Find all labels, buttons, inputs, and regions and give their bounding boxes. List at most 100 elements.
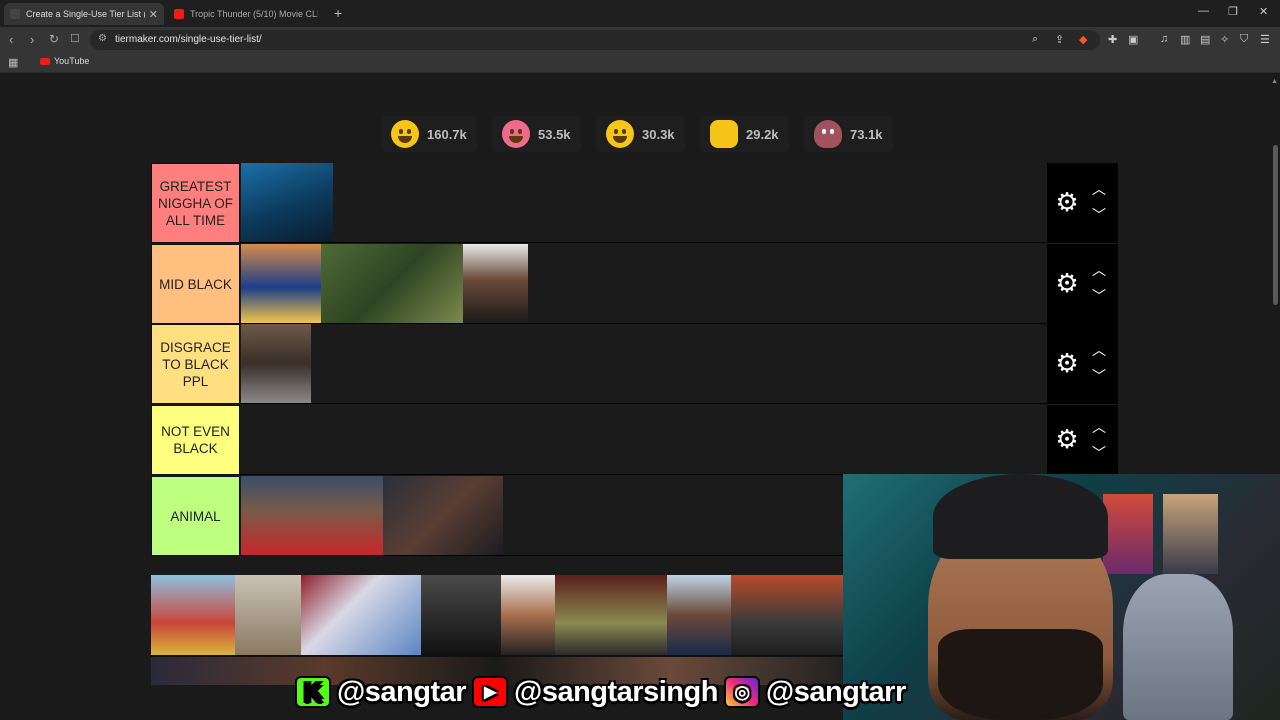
menu-icon[interactable]: ☰ (1260, 33, 1270, 46)
chevron-down-icon[interactable]: ﹀ (1091, 445, 1107, 461)
wallet-icon[interactable]: ▣ (1128, 33, 1138, 46)
sidebar-icon[interactable]: ▥ (1180, 33, 1190, 46)
tears-of-joy-face-icon (606, 120, 634, 148)
tier-item-image[interactable] (241, 324, 311, 403)
reload-icon[interactable]: ↻ (49, 32, 59, 46)
close-tab-icon[interactable]: ✕ (149, 8, 158, 21)
reaction-poop[interactable]: 73.1k (804, 116, 893, 152)
youtube-icon (40, 57, 50, 65)
kick-icon: K (295, 676, 331, 708)
tier-controls: ⚙ ︿ ﹀ (1047, 163, 1118, 243)
tier-label[interactable]: ANIMAL (151, 476, 240, 556)
beard-image (938, 629, 1103, 720)
bookmark-youtube[interactable]: YouTube (40, 56, 89, 66)
poster-image (1163, 494, 1218, 574)
bookmark-label: YouTube (54, 56, 90, 66)
tier-label[interactable]: MID BLACK (151, 244, 240, 324)
reaction-count: 53.5k (538, 126, 571, 142)
tier-drop-zone[interactable] (240, 324, 1047, 404)
pool-item-image[interactable] (731, 575, 843, 655)
youtube-favicon-icon (174, 9, 184, 19)
reaction-count: 73.1k (850, 126, 883, 142)
leo-icon[interactable]: ✧ (1220, 33, 1229, 46)
raising-hands-icon (710, 120, 738, 148)
reaction-grinning[interactable]: 160.7k (381, 116, 477, 152)
gear-icon[interactable]: ⚙ (1053, 269, 1081, 297)
pool-item-image[interactable] (235, 575, 301, 655)
youtube-icon: ▶ (472, 676, 509, 708)
gear-icon[interactable]: ⚙ (1053, 425, 1081, 453)
tier-drop-zone[interactable] (240, 244, 1047, 324)
browser-toolbar: ‹ › ↻ ☐ ⚙ tiermaker.com/single-use-tier-… (0, 27, 1280, 53)
chevron-down-icon[interactable]: ﹀ (1091, 207, 1107, 223)
youtube-handle: @sangtarsingh (514, 675, 718, 708)
zoom-icon[interactable]: ⌕ (1032, 33, 1038, 46)
chevron-up-icon[interactable]: ︿ (1091, 342, 1107, 358)
tabs-icon[interactable]: ▤ (1200, 33, 1210, 46)
apps-grid-icon[interactable]: ▦ (8, 56, 18, 69)
forward-icon[interactable]: › (30, 32, 34, 47)
tier-item-image[interactable] (383, 476, 503, 555)
tier-drop-zone[interactable] (240, 163, 1047, 243)
page-scrollbar[interactable] (1273, 145, 1278, 305)
tier-drop-zone[interactable] (240, 405, 1047, 475)
minimize-icon[interactable]: — (1198, 5, 1209, 17)
gear-icon[interactable]: ⚙ (1053, 349, 1081, 377)
poster-image (1103, 494, 1153, 574)
reaction-count: 30.3k (642, 126, 675, 142)
pool-item-image[interactable] (501, 575, 555, 655)
chevron-up-icon[interactable]: ︿ (1091, 262, 1107, 278)
instagram-icon: ◎ (723, 676, 760, 708)
chevron-down-icon[interactable]: ﹀ (1091, 288, 1107, 304)
pool-item-image[interactable] (555, 575, 667, 655)
tier-item-image[interactable] (321, 244, 463, 323)
restore-icon[interactable]: ❐ (1228, 5, 1238, 18)
tab-youtube[interactable]: Tropic Thunder (5/10) Movie CLIP - N (168, 3, 324, 25)
poop-icon (814, 120, 842, 148)
reaction-count: 160.7k (427, 126, 467, 142)
beanie-image (933, 474, 1108, 559)
tier-label[interactable]: NOT EVEN BLACK (151, 405, 240, 475)
tab-title: Create a Single-Use Tier List (Pri (26, 9, 145, 19)
extensions-icon[interactable]: ✚ (1108, 33, 1117, 46)
tier-item-image[interactable] (241, 476, 383, 555)
pool-item-image[interactable] (301, 575, 421, 655)
chevron-down-icon[interactable]: ﹀ (1091, 368, 1107, 384)
close-window-icon[interactable]: ✕ (1259, 5, 1268, 18)
tier-drop-zone[interactable] (240, 476, 843, 556)
tier-label[interactable]: DISGRACE TO BLACK PPL (151, 324, 240, 404)
pool-item-image[interactable] (421, 575, 501, 655)
share-icon[interactable]: ⇪ (1055, 33, 1064, 46)
site-info-icon[interactable]: ⚙ (98, 33, 107, 44)
tab-bar: Create a Single-Use Tier List (Pri ✕ Tro… (0, 0, 1280, 27)
pool-item-image[interactable] (667, 575, 731, 655)
media-icon[interactable]: ♫ (1160, 33, 1168, 45)
back-icon[interactable]: ‹ (9, 32, 13, 47)
reaction-star-struck[interactable]: 53.5k (492, 116, 581, 152)
tier-item-image[interactable] (463, 244, 528, 323)
unranked-items-pool[interactable] (151, 575, 843, 685)
bookmark-icon[interactable]: ☐ (70, 32, 80, 45)
address-bar[interactable]: ⚙ tiermaker.com/single-use-tier-list/ (90, 30, 1100, 50)
pool-item-image[interactable] (151, 575, 235, 655)
star-struck-face-icon (502, 120, 530, 148)
tier-label[interactable]: GREATEST NIGGHA OF ALL TIME (151, 163, 240, 243)
tab-tiermaker[interactable]: Create a Single-Use Tier List (Pri ✕ (4, 3, 164, 25)
reaction-raising-hands[interactable]: 29.2k (700, 116, 789, 152)
gear-icon[interactable]: ⚙ (1053, 188, 1081, 216)
tiermaker-favicon-icon (10, 9, 20, 19)
tier-item-image[interactable] (241, 244, 321, 323)
brave-shield-icon[interactable]: ◆ (1079, 33, 1087, 46)
tab-title: Tropic Thunder (5/10) Movie CLIP - N (190, 9, 318, 19)
scroll-up-icon[interactable]: ▲ (1271, 78, 1278, 85)
tier-controls: ⚙ ︿ ﹀ (1047, 244, 1118, 324)
tier-item-image[interactable] (241, 163, 333, 242)
chevron-up-icon[interactable]: ︿ (1091, 181, 1107, 197)
vpn-icon[interactable]: ⛉ (1240, 33, 1248, 46)
chevron-up-icon[interactable]: ︿ (1091, 419, 1107, 435)
new-tab-icon[interactable]: + (334, 5, 342, 21)
person-image (1123, 574, 1233, 720)
reaction-tears-of-joy[interactable]: 30.3k (596, 116, 685, 152)
url-text: tiermaker.com/single-use-tier-list/ (115, 34, 262, 45)
grinning-face-icon (391, 120, 419, 148)
